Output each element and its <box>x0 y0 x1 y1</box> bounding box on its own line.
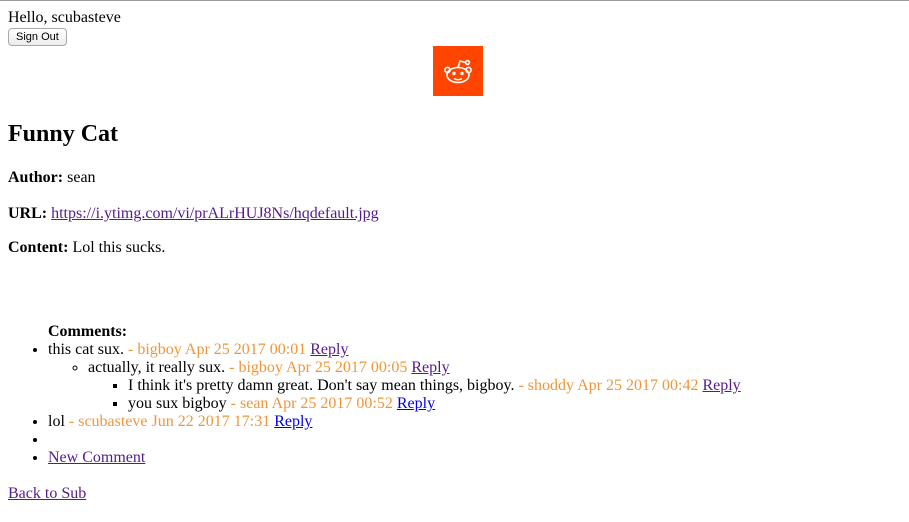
comments-heading: Comments: <box>48 323 128 340</box>
content-value: Lol this sucks. <box>72 239 166 256</box>
comments-section: Comments: this cat sux. - bigboy Apr 25 … <box>8 323 888 467</box>
comment-list: this cat sux. - bigboy Apr 25 2017 00:01… <box>8 341 888 467</box>
sign-out-button[interactable]: Sign Out <box>8 28 67 46</box>
post-title: Funny Cat <box>8 121 119 147</box>
url-label: URL: <box>8 205 48 222</box>
new-comment-link[interactable]: New Comment <box>48 449 145 466</box>
comment-meta: - bigboy Apr 25 2017 00:01 <box>128 341 307 358</box>
comment-item: I think it's pretty damn great. Don't sa… <box>128 377 888 395</box>
greeting-text: Hello, scubasteve <box>8 9 121 26</box>
reply-link[interactable]: Reply <box>702 377 740 394</box>
author-value: sean <box>67 169 96 186</box>
reply-list: actually, it really sux. - bigboy Apr 25… <box>48 359 888 413</box>
comment-item: this cat sux. - bigboy Apr 25 2017 00:01… <box>48 341 888 413</box>
comment-text: this cat sux. <box>48 341 124 358</box>
reply-link[interactable]: Reply <box>411 359 449 376</box>
post-url-link[interactable]: https://i.ytimg.com/vi/prALrHUJ8Ns/hqdef… <box>51 205 379 222</box>
comment-item: lol - scubasteve Jun 22 2017 17:31 Reply <box>48 413 888 431</box>
comment-item: actually, it really sux. - bigboy Apr 25… <box>88 359 888 413</box>
comment-meta: - sean Apr 25 2017 00:52 <box>230 395 393 412</box>
back-to-sub-link[interactable]: Back to Sub <box>8 484 86 503</box>
user-header: Hello, scubasteve Sign Out <box>8 8 121 46</box>
reply-link[interactable]: Reply <box>397 395 435 412</box>
comment-text: you sux bigboy <box>128 395 227 412</box>
comment-text: actually, it really sux. <box>88 359 226 376</box>
reddit-alien-icon[interactable] <box>433 46 483 96</box>
author-label: Author: <box>8 169 64 186</box>
comment-meta: - bigboy Apr 25 2017 00:05 <box>229 359 408 376</box>
post-author: Author: sean <box>8 168 96 187</box>
comment-text: lol <box>48 413 65 430</box>
post-url: URL: https://i.ytimg.com/vi/prALrHUJ8Ns/… <box>8 204 379 223</box>
comment-meta: - scubasteve Jun 22 2017 17:31 <box>68 413 271 430</box>
reply-list: I think it's pretty damn great. Don't sa… <box>88 377 888 413</box>
new-comment-item: New Comment <box>48 449 888 467</box>
post-content: Content: Lol this sucks. <box>8 238 165 257</box>
comment-text: I think it's pretty damn great. Don't sa… <box>128 377 515 394</box>
comment-meta: - shoddy Apr 25 2017 00:42 <box>518 377 699 394</box>
empty-list-item <box>48 431 888 449</box>
comment-item: you sux bigboy - sean Apr 25 2017 00:52 … <box>128 395 888 413</box>
content-label: Content: <box>8 239 69 256</box>
reply-link[interactable]: Reply <box>274 413 312 430</box>
reply-link[interactable]: Reply <box>310 341 348 358</box>
top-divider <box>0 0 909 1</box>
